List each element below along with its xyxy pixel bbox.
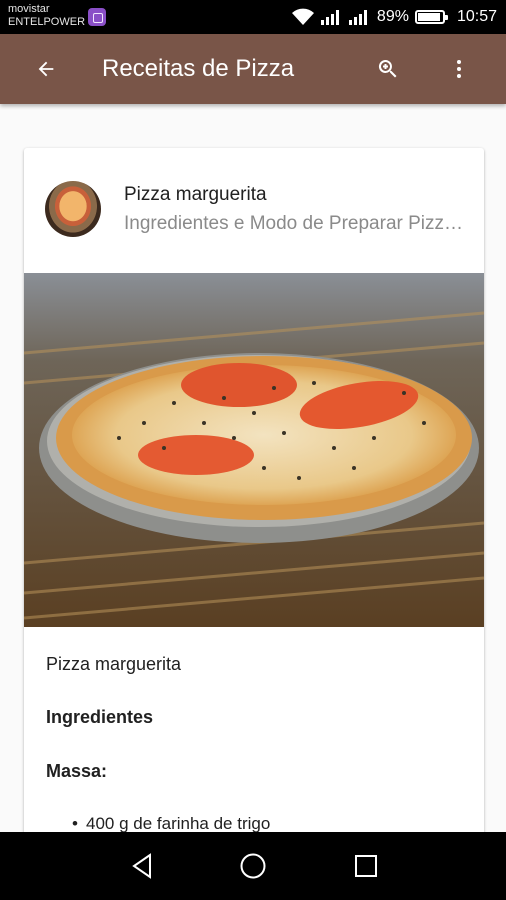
recipe-name: Pizza marguerita [46,654,182,674]
app-bar: Receitas de Pizza [0,34,506,104]
carrier-line-1: movistar [8,3,50,15]
signal-icon [320,10,339,25]
card-subtitle: Ingredientes e Modo de Preparar Pizza ma… [124,213,464,234]
ingredients-heading: Ingredientes [46,707,154,727]
battery-icon [414,10,448,24]
battery-percent: 89% [376,8,409,25]
carrier-line-2: ENTELPOWER [8,16,86,28]
pizza-photo [24,273,484,627]
arrow-back-icon[interactable] [28,51,64,87]
more-vert-icon[interactable] [441,51,477,87]
nav-recents-icon[interactable] [346,846,386,886]
carrier-label: movistar ENTELPOWER [8,3,85,29]
list-item: 400 g de farinha de trigo [72,814,270,834]
nav-home-icon[interactable] [233,846,273,886]
nav-back-icon[interactable] [122,846,162,886]
wifi-icon [291,8,314,25]
status-indicators: 89% 10:57 [291,0,497,34]
navigation-bar [0,832,506,900]
status-bar: movistar ENTELPOWER 89% 10:57 [0,0,506,34]
clock: 10:57 [456,8,497,25]
recipe-card[interactable]: Pizza marguerita Ingredientes e Modo de … [24,148,484,848]
search-icon[interactable] [370,51,406,87]
page-title: Receitas de Pizza [102,55,295,82]
signal-icon-2 [348,10,367,25]
dough-heading: Massa: [46,761,108,781]
card-title: Pizza marguerita [124,184,267,205]
ingredient-list: 400 g de farinha de trigo [72,814,270,834]
notification-app-icon [88,8,106,26]
recipe-avatar [45,181,101,237]
